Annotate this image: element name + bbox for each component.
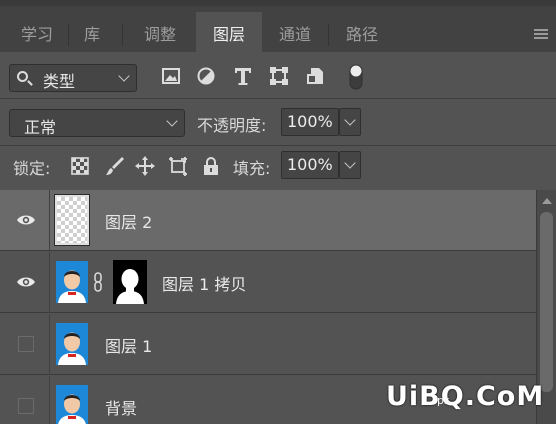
- blend-mode-dropdown[interactable]: 正常: [9, 109, 185, 137]
- layer-name[interactable]: 图层 2: [105, 209, 152, 233]
- search-icon: [17, 71, 28, 82]
- scroll-thumb[interactable]: [540, 212, 553, 392]
- visibility-toggle[interactable]: [18, 398, 34, 414]
- layer-thumbnail[interactable]: [56, 323, 88, 365]
- watermark: UiBQ.CoM: [386, 381, 545, 412]
- lock-transparent-pixels-icon[interactable]: [69, 155, 91, 177]
- layer-row[interactable]: 图层 1 拷贝: [0, 252, 536, 313]
- panel-tab-bar: 学习 库 调整 图层 通道 路径: [0, 0, 556, 58]
- visibility-column: [0, 314, 50, 375]
- image-filter-icon[interactable]: [160, 65, 182, 87]
- chevron-down-icon: [166, 115, 178, 127]
- mask-link-icon[interactable]: [93, 272, 103, 292]
- fill-slider-button[interactable]: [339, 151, 361, 179]
- tab-divider: [68, 24, 69, 46]
- filter-kind-label: 类型: [43, 72, 76, 91]
- layer-thumbnail[interactable]: [54, 194, 90, 246]
- fill-field[interactable]: 100%: [281, 151, 339, 179]
- eye-icon[interactable]: [16, 276, 36, 288]
- opacity-field[interactable]: 100%: [281, 108, 339, 136]
- lock-label: 锁定:: [13, 159, 51, 178]
- panel-menu-icon[interactable]: [534, 29, 548, 39]
- blend-mode-value: 正常: [24, 118, 57, 137]
- chevron-down-icon: [118, 70, 130, 82]
- layer-thumbnail[interactable]: [56, 261, 88, 303]
- type-filter-icon[interactable]: [232, 65, 254, 87]
- layer-name[interactable]: 图层 1: [105, 333, 152, 357]
- prevent-auto-nesting-icon[interactable]: [167, 155, 189, 177]
- layer-row[interactable]: 图层 2: [0, 190, 536, 251]
- scroll-up-arrow-icon[interactable]: [542, 198, 552, 204]
- filter-kind-dropdown[interactable]: 类型: [9, 64, 137, 92]
- layer-row[interactable]: 图层 1: [0, 314, 536, 375]
- layer-thumbnail[interactable]: [56, 385, 88, 424]
- smart-object-filter-icon[interactable]: [305, 65, 327, 87]
- opacity-label: 不透明度:: [197, 116, 267, 135]
- layer-name[interactable]: 图层 1 拷贝: [162, 271, 246, 295]
- layer-mask-thumbnail[interactable]: [113, 260, 147, 304]
- adjustment-filter-icon[interactable]: [195, 65, 217, 87]
- visibility-toggle[interactable]: [18, 336, 34, 352]
- shape-filter-icon[interactable]: [268, 65, 290, 87]
- chevron-down-icon: [344, 157, 356, 169]
- layer-name[interactable]: 背景: [105, 395, 137, 419]
- lock-all-icon[interactable]: [200, 155, 222, 177]
- lock-position-icon[interactable]: [134, 155, 156, 177]
- opacity-slider-button[interactable]: [339, 108, 361, 136]
- lock-image-pixels-icon[interactable]: [104, 155, 126, 177]
- chevron-down-icon: [344, 114, 356, 126]
- fill-label: 填充:: [233, 159, 271, 178]
- tab-divider: [122, 24, 123, 46]
- watermark-sub: ps: [437, 394, 450, 407]
- filter-toggle-icon[interactable]: [346, 63, 366, 91]
- eye-icon[interactable]: [16, 214, 36, 226]
- visibility-column: [0, 376, 50, 424]
- tab-divider: [328, 24, 329, 46]
- visibility-column: [0, 252, 50, 313]
- visibility-column: [0, 190, 50, 251]
